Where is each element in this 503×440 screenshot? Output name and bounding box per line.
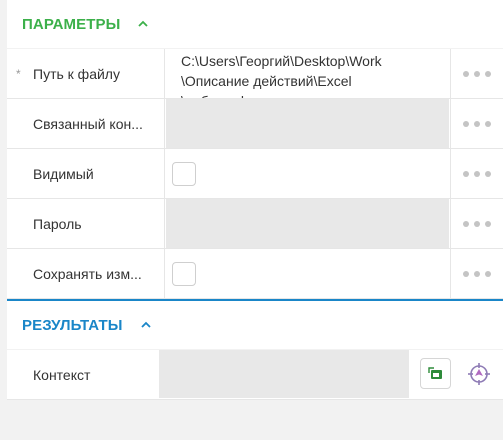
param-row-file-path: * Путь к файлу C:\Users\Георгий\Desktop\… — [7, 49, 503, 99]
save-changes-checkbox[interactable] — [172, 262, 196, 286]
param-label-visible: Видимый — [7, 149, 165, 198]
param-label-save-changes: Сохранять изм... — [7, 249, 165, 298]
params-section-title: ПАРАМЕТРЫ — [22, 15, 121, 33]
visible-checkbox[interactable] — [172, 162, 196, 186]
param-row-visible: Видимый — [7, 149, 503, 199]
chevron-up-icon[interactable] — [136, 17, 150, 31]
more-dots-icon[interactable] — [450, 49, 503, 98]
params-section-header[interactable]: ПАРАМЕТРЫ — [7, 0, 503, 48]
password-field[interactable] — [166, 199, 449, 248]
visible-field — [166, 149, 449, 198]
param-label-linked-context: Связанный кон... — [7, 99, 165, 148]
param-row-linked-context: Связанный кон... — [7, 99, 503, 149]
select-element-button[interactable] — [420, 358, 451, 389]
file-path-field[interactable]: C:\Users\Георгий\Desktop\Work \Описание … — [166, 49, 449, 98]
more-dots-icon[interactable] — [450, 99, 503, 148]
param-label-file-path: * Путь к файлу — [7, 49, 165, 98]
param-row-save-changes: Сохранять изм... — [7, 249, 503, 299]
select-element-icon — [427, 366, 442, 379]
target-button[interactable] — [463, 358, 494, 389]
param-label-text: Путь к файлу — [33, 65, 120, 82]
param-row-password: Пароль — [7, 199, 503, 249]
result-label-context: Контекст — [33, 366, 91, 383]
linked-context-field[interactable] — [166, 99, 449, 148]
results-section-header[interactable]: РЕЗУЛЬТАТЫ — [7, 299, 503, 349]
more-dots-icon[interactable] — [450, 199, 503, 248]
param-label-password: Пароль — [7, 199, 165, 248]
target-icon — [467, 362, 490, 385]
save-changes-field — [166, 249, 449, 298]
properties-panel: ПАРАМЕТРЫ * Путь к файлу C:\Users\Георги… — [7, 0, 503, 440]
context-field[interactable] — [159, 350, 409, 398]
result-row-context: Контекст — [7, 350, 503, 400]
results-section-title: РЕЗУЛЬТАТЫ — [22, 316, 123, 334]
required-mark: * — [16, 67, 21, 81]
chevron-up-icon[interactable] — [139, 318, 153, 332]
more-dots-icon[interactable] — [450, 249, 503, 298]
more-dots-icon[interactable] — [450, 149, 503, 198]
file-path-value[interactable]: C:\Users\Георгий\Desktop\Work \Описание … — [181, 51, 443, 98]
